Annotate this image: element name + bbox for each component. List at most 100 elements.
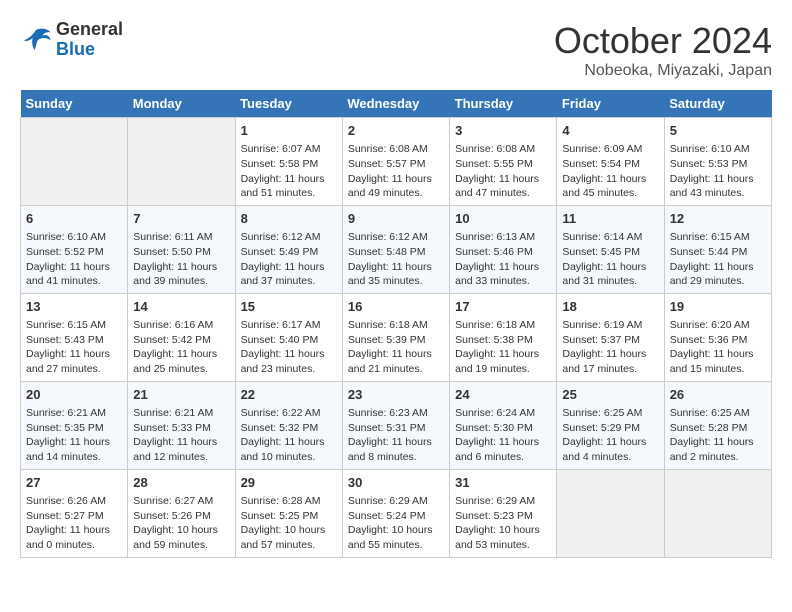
day-header-monday: Monday [128, 90, 235, 118]
calendar-cell: 19 Sunrise: 6:20 AMSunset: 5:36 PMDayligh… [664, 293, 771, 381]
day-number: 13 [26, 298, 122, 316]
day-number: 2 [348, 122, 444, 140]
day-number: 23 [348, 386, 444, 404]
day-number: 11 [562, 210, 658, 228]
day-number: 25 [562, 386, 658, 404]
day-info: Sunrise: 6:08 AMSunset: 5:55 PMDaylight:… [455, 142, 551, 201]
day-number: 3 [455, 122, 551, 140]
calendar-cell: 22 Sunrise: 6:22 AMSunset: 5:32 PMDayligh… [235, 381, 342, 469]
title-block: October 2024 Nobeoka, Miyazaki, Japan [554, 20, 772, 80]
day-info: Sunrise: 6:24 AMSunset: 5:30 PMDaylight:… [455, 406, 551, 465]
calendar-cell: 30 Sunrise: 6:29 AMSunset: 5:24 PMDayligh… [342, 469, 449, 557]
day-header-saturday: Saturday [664, 90, 771, 118]
day-info: Sunrise: 6:25 AMSunset: 5:28 PMDaylight:… [670, 406, 766, 465]
day-info: Sunrise: 6:29 AMSunset: 5:24 PMDaylight:… [348, 494, 444, 553]
day-info: Sunrise: 6:23 AMSunset: 5:31 PMDaylight:… [348, 406, 444, 465]
calendar-cell: 18Sunrise: 6:19 AMSunset: 5:37 PMDayligh… [557, 293, 664, 381]
day-info: Sunrise: 6:15 AMSunset: 5:44 PMDaylight:… [670, 230, 766, 289]
day-info: Sunrise: 6:09 AMSunset: 5:54 PMDaylight:… [562, 142, 658, 201]
calendar-cell: 9 Sunrise: 6:12 AMSunset: 5:48 PMDaylight… [342, 205, 449, 293]
day-header-wednesday: Wednesday [342, 90, 449, 118]
location: Nobeoka, Miyazaki, Japan [554, 62, 772, 80]
calendar-cell: 15 Sunrise: 6:17 AMSunset: 5:40 PMDayligh… [235, 293, 342, 381]
logo-icon [20, 26, 52, 54]
day-number: 5 [670, 122, 766, 140]
calendar-week-2: 6 Sunrise: 6:10 AMSunset: 5:52 PMDaylight… [21, 205, 772, 293]
logo-line1: General [56, 20, 123, 40]
day-info: Sunrise: 6:25 AMSunset: 5:29 PMDaylight:… [562, 406, 658, 465]
day-header-tuesday: Tuesday [235, 90, 342, 118]
calendar-body: 1 Sunrise: 6:07 AMSunset: 5:58 PMDaylight… [21, 118, 772, 558]
day-info: Sunrise: 6:17 AMSunset: 5:40 PMDaylight:… [241, 318, 337, 377]
calendar-cell: 10Sunrise: 6:13 AMSunset: 5:46 PMDayligh… [450, 205, 557, 293]
day-number: 30 [348, 474, 444, 492]
day-number: 19 [670, 298, 766, 316]
calendar-cell: 31 Sunrise: 6:29 AMSunset: 5:23 PMDayligh… [450, 469, 557, 557]
calendar-cell: 12 Sunrise: 6:15 AMSunset: 5:44 PMDayligh… [664, 205, 771, 293]
calendar-cell: 26 Sunrise: 6:25 AMSunset: 5:28 PMDayligh… [664, 381, 771, 469]
day-info: Sunrise: 6:18 AMSunset: 5:38 PMDaylight:… [455, 318, 551, 377]
day-number: 16 [348, 298, 444, 316]
day-info: Sunrise: 6:11 AMSunset: 5:50 PMDaylight:… [133, 230, 229, 289]
day-number: 12 [670, 210, 766, 228]
day-info: Sunrise: 6:21 AMSunset: 5:35 PMDaylight:… [26, 406, 122, 465]
calendar-cell [557, 469, 664, 557]
day-info: Sunrise: 6:12 AMSunset: 5:49 PMDaylight:… [241, 230, 337, 289]
day-number: 17 [455, 298, 551, 316]
calendar-cell: 23 Sunrise: 6:23 AMSunset: 5:31 PMDayligh… [342, 381, 449, 469]
day-number: 14 [133, 298, 229, 316]
calendar-table: SundayMondayTuesdayWednesdayThursdayFrid… [20, 90, 772, 558]
day-info: Sunrise: 6:20 AMSunset: 5:36 PMDaylight:… [670, 318, 766, 377]
logo-line2: Blue [56, 40, 123, 60]
day-number: 24 [455, 386, 551, 404]
day-number: 31 [455, 474, 551, 492]
day-number: 22 [241, 386, 337, 404]
calendar-cell: 14Sunrise: 6:16 AMSunset: 5:42 PMDayligh… [128, 293, 235, 381]
day-number: 6 [26, 210, 122, 228]
day-info: Sunrise: 6:21 AMSunset: 5:33 PMDaylight:… [133, 406, 229, 465]
page-header: General Blue October 2024 Nobeoka, Miyaz… [20, 20, 772, 80]
calendar-week-3: 13 Sunrise: 6:15 AMSunset: 5:43 PMDayligh… [21, 293, 772, 381]
day-number: 26 [670, 386, 766, 404]
day-number: 18 [562, 298, 658, 316]
day-info: Sunrise: 6:15 AMSunset: 5:43 PMDaylight:… [26, 318, 122, 377]
calendar-cell [21, 118, 128, 206]
day-info: Sunrise: 6:10 AMSunset: 5:52 PMDaylight:… [26, 230, 122, 289]
day-number: 29 [241, 474, 337, 492]
day-info: Sunrise: 6:07 AMSunset: 5:58 PMDaylight:… [241, 142, 337, 201]
calendar-cell: 24 Sunrise: 6:24 AMSunset: 5:30 PMDayligh… [450, 381, 557, 469]
day-info: Sunrise: 6:29 AMSunset: 5:23 PMDaylight:… [455, 494, 551, 553]
calendar-week-4: 20 Sunrise: 6:21 AMSunset: 5:35 PMDayligh… [21, 381, 772, 469]
day-number: 7 [133, 210, 229, 228]
calendar-cell: 27 Sunrise: 6:26 AMSunset: 5:27 PMDayligh… [21, 469, 128, 557]
day-number: 21 [133, 386, 229, 404]
day-info: Sunrise: 6:10 AMSunset: 5:53 PMDaylight:… [670, 142, 766, 201]
day-info: Sunrise: 6:22 AMSunset: 5:32 PMDaylight:… [241, 406, 337, 465]
day-number: 27 [26, 474, 122, 492]
calendar-cell: 17 Sunrise: 6:18 AMSunset: 5:38 PMDayligh… [450, 293, 557, 381]
calendar-cell: 5 Sunrise: 6:10 AMSunset: 5:53 PMDaylight… [664, 118, 771, 206]
calendar-header-row: SundayMondayTuesdayWednesdayThursdayFrid… [21, 90, 772, 118]
day-info: Sunrise: 6:18 AMSunset: 5:39 PMDaylight:… [348, 318, 444, 377]
day-number: 28 [133, 474, 229, 492]
calendar-cell: 11Sunrise: 6:14 AMSunset: 5:45 PMDayligh… [557, 205, 664, 293]
day-number: 10 [455, 210, 551, 228]
day-info: Sunrise: 6:12 AMSunset: 5:48 PMDaylight:… [348, 230, 444, 289]
calendar-cell: 16 Sunrise: 6:18 AMSunset: 5:39 PMDayligh… [342, 293, 449, 381]
day-header-sunday: Sunday [21, 90, 128, 118]
day-number: 20 [26, 386, 122, 404]
calendar-cell: 13 Sunrise: 6:15 AMSunset: 5:43 PMDayligh… [21, 293, 128, 381]
day-number: 1 [241, 122, 337, 140]
calendar-cell [128, 118, 235, 206]
calendar-cell: 29Sunrise: 6:28 AMSunset: 5:25 PMDayligh… [235, 469, 342, 557]
calendar-cell: 8Sunrise: 6:12 AMSunset: 5:49 PMDaylight… [235, 205, 342, 293]
calendar-cell: 6 Sunrise: 6:10 AMSunset: 5:52 PMDaylight… [21, 205, 128, 293]
calendar-cell: 4Sunrise: 6:09 AMSunset: 5:54 PMDaylight… [557, 118, 664, 206]
calendar-cell: 2 Sunrise: 6:08 AMSunset: 5:57 PMDaylight… [342, 118, 449, 206]
calendar-cell: 21 Sunrise: 6:21 AMSunset: 5:33 PMDayligh… [128, 381, 235, 469]
day-info: Sunrise: 6:26 AMSunset: 5:27 PMDaylight:… [26, 494, 122, 553]
day-number: 15 [241, 298, 337, 316]
day-info: Sunrise: 6:08 AMSunset: 5:57 PMDaylight:… [348, 142, 444, 201]
day-number: 9 [348, 210, 444, 228]
calendar-cell: 7 Sunrise: 6:11 AMSunset: 5:50 PMDaylight… [128, 205, 235, 293]
